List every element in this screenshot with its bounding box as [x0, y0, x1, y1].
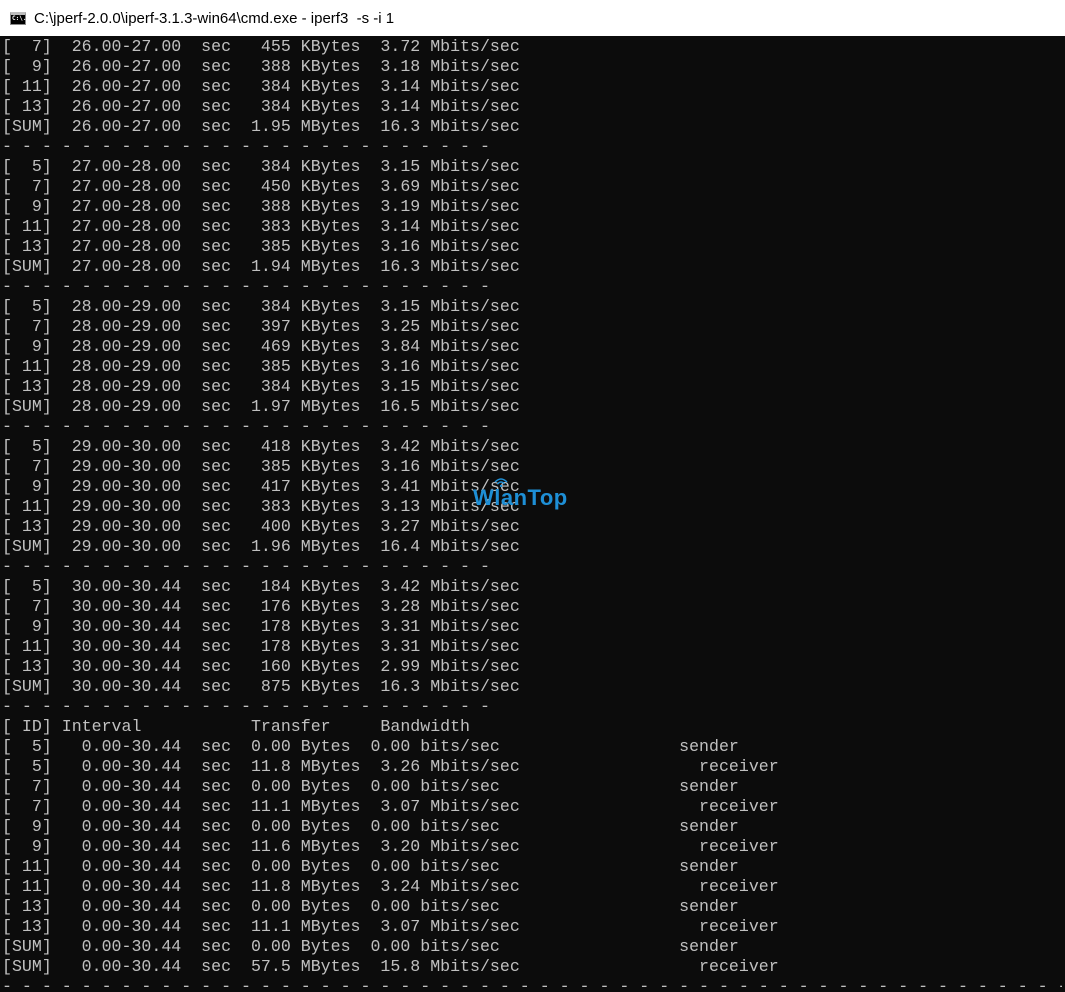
- console-line: [ 5] 0.00-30.44 sec 0.00 Bytes 0.00 bits…: [2, 737, 739, 756]
- window-title: C:\jperf-2.0.0\iperf-3.1.3-win64\cmd.exe…: [34, 9, 395, 27]
- command-prompt-window: C:\. C:\jperf-2.0.0\iperf-3.1.3-win64\cm…: [0, 0, 1065, 992]
- console-line: [ 9] 0.00-30.44 sec 0.00 Bytes 0.00 bits…: [2, 817, 739, 836]
- console-line: [ 13] 0.00-30.44 sec 0.00 Bytes 0.00 bit…: [2, 897, 739, 916]
- console-line: [ 5] 29.00-30.00 sec 418 KBytes 3.42 Mbi…: [2, 437, 520, 456]
- console-line: [ 7] 27.00-28.00 sec 450 KBytes 3.69 Mbi…: [2, 177, 520, 196]
- console-line: - - - - - - - - - - - - - - - - - - - - …: [2, 697, 490, 716]
- console-line: [SUM] 29.00-30.00 sec 1.96 MBytes 16.4 M…: [2, 537, 520, 556]
- console-line: - - - - - - - - - - - - - - - - - - - - …: [2, 277, 490, 296]
- console-line: [ 13] 27.00-28.00 sec 385 KBytes 3.16 Mb…: [2, 237, 520, 256]
- console-line: [SUM] 0.00-30.44 sec 0.00 Bytes 0.00 bit…: [2, 937, 739, 956]
- console-line: [ 7] 0.00-30.44 sec 0.00 Bytes 0.00 bits…: [2, 777, 739, 796]
- console-line: [ 9] 26.00-27.00 sec 388 KBytes 3.18 Mbi…: [2, 57, 520, 76]
- console-line: - - - - - - - - - - - - - - - - - - - - …: [2, 977, 1062, 992]
- console-line: [ ID] Interval Transfer Bandwidth: [2, 717, 471, 736]
- console-line: [ 5] 30.00-30.44 sec 184 KBytes 3.42 Mbi…: [2, 577, 520, 596]
- console-line: [ 13] 29.00-30.00 sec 400 KBytes 3.27 Mb…: [2, 517, 520, 536]
- console-line: [ 13] 28.00-29.00 sec 384 KBytes 3.15 Mb…: [2, 377, 520, 396]
- console-line: [ 13] 26.00-27.00 sec 384 KBytes 3.14 Mb…: [2, 97, 520, 116]
- console-line: [ 13] 30.00-30.44 sec 160 KBytes 2.99 Mb…: [2, 657, 520, 676]
- console-line: [SUM] 26.00-27.00 sec 1.95 MBytes 16.3 M…: [2, 117, 520, 136]
- console-line: [SUM] 0.00-30.44 sec 57.5 MBytes 15.8 Mb…: [2, 957, 779, 976]
- console-line: - - - - - - - - - - - - - - - - - - - - …: [2, 137, 490, 156]
- console-line: [ 11] 27.00-28.00 sec 383 KBytes 3.14 Mb…: [2, 217, 520, 236]
- watermark-logo: WlanTop: [473, 485, 568, 510]
- console-line: [ 5] 27.00-28.00 sec 384 KBytes 3.15 Mbi…: [2, 157, 520, 176]
- console-line: [ 5] 28.00-29.00 sec 384 KBytes 3.15 Mbi…: [2, 297, 520, 316]
- console-line: [ 11] 0.00-30.44 sec 0.00 Bytes 0.00 bit…: [2, 857, 739, 876]
- console-line: [ 9] 28.00-29.00 sec 469 KBytes 3.84 Mbi…: [2, 337, 520, 356]
- console-line: [ 11] 30.00-30.44 sec 178 KBytes 3.31 Mb…: [2, 637, 520, 656]
- console-line: [ 7] 26.00-27.00 sec 455 KBytes 3.72 Mbi…: [2, 37, 520, 56]
- console-line: [ 9] 30.00-30.44 sec 178 KBytes 3.31 Mbi…: [2, 617, 520, 636]
- console-line: - - - - - - - - - - - - - - - - - - - - …: [2, 417, 490, 436]
- console-line: [ 11] 28.00-29.00 sec 385 KBytes 3.16 Mb…: [2, 357, 520, 376]
- console-line: [ 7] 29.00-30.00 sec 385 KBytes 3.16 Mbi…: [2, 457, 520, 476]
- console-line: [ 7] 0.00-30.44 sec 11.1 MBytes 3.07 Mbi…: [2, 797, 779, 816]
- console-line: - - - - - - - - - - - - - - - - - - - - …: [2, 557, 490, 576]
- console-line: [ 9] 0.00-30.44 sec 11.6 MBytes 3.20 Mbi…: [2, 837, 779, 856]
- console-line: [ 11] 0.00-30.44 sec 11.8 MBytes 3.24 Mb…: [2, 877, 779, 896]
- console-line: [ 7] 30.00-30.44 sec 176 KBytes 3.28 Mbi…: [2, 597, 520, 616]
- console-output[interactable]: [ 7] 26.00-27.00 sec 455 KBytes 3.72 Mbi…: [2, 37, 1062, 992]
- console-line: [ 5] 0.00-30.44 sec 11.8 MBytes 3.26 Mbi…: [2, 757, 779, 776]
- console-text: [ 7] 26.00-27.00 sec 455 KBytes 3.72 Mbi…: [2, 37, 1062, 992]
- console-line: [ 9] 27.00-28.00 sec 388 KBytes 3.19 Mbi…: [2, 197, 520, 216]
- console-line: [SUM] 27.00-28.00 sec 1.94 MBytes 16.3 M…: [2, 257, 520, 276]
- console-line: [SUM] 28.00-29.00 sec 1.97 MBytes 16.5 M…: [2, 397, 520, 416]
- cmd-icon: C:\.: [10, 11, 27, 25]
- console-line: [SUM] 30.00-30.44 sec 875 KBytes 16.3 Mb…: [2, 677, 520, 696]
- title-bar[interactable]: C:\. C:\jperf-2.0.0\iperf-3.1.3-win64\cm…: [0, 0, 1065, 36]
- console-line: [ 7] 28.00-29.00 sec 397 KBytes 3.25 Mbi…: [2, 317, 520, 336]
- console-line: [ 11] 26.00-27.00 sec 384 KBytes 3.14 Mb…: [2, 77, 520, 96]
- console-line: [ 13] 0.00-30.44 sec 11.1 MBytes 3.07 Mb…: [2, 917, 779, 936]
- cmd-icon-label: C:\.: [12, 15, 27, 22]
